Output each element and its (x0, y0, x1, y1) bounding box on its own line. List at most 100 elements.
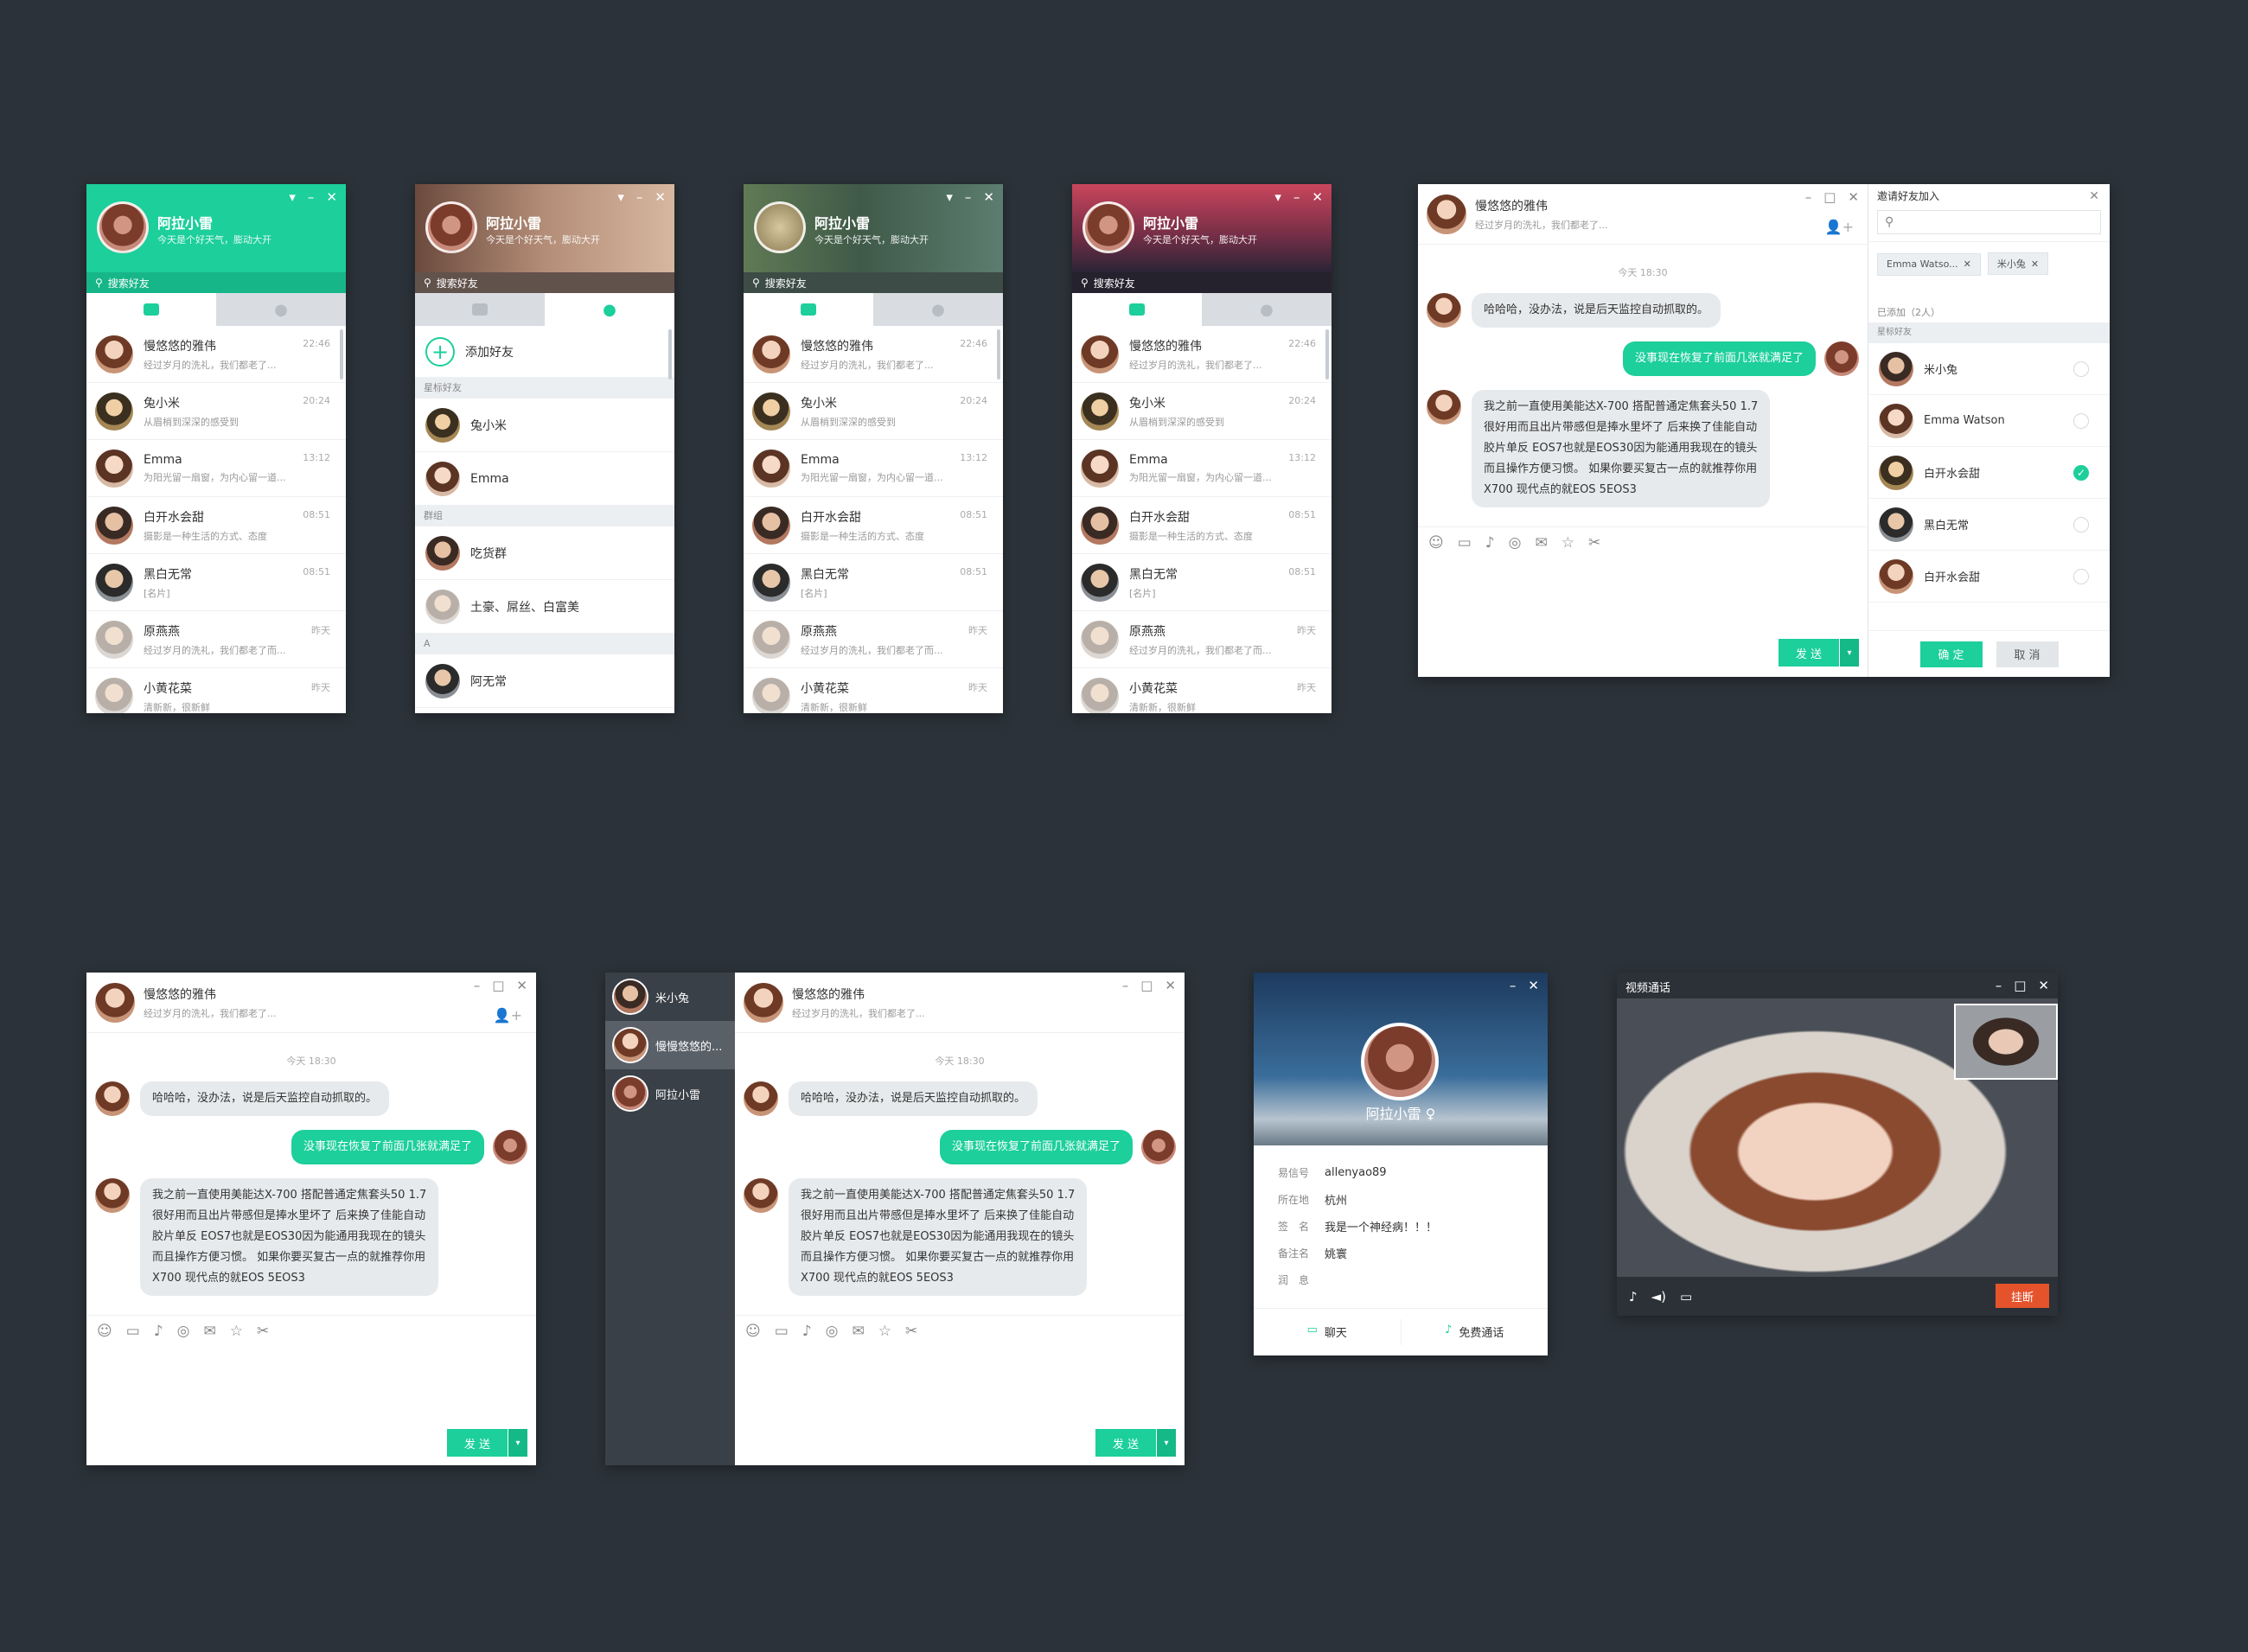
my-avatar[interactable] (97, 201, 149, 253)
close-icon[interactable]: ✕ (516, 979, 527, 992)
my-avatar[interactable] (1082, 201, 1134, 253)
tab-messages[interactable] (415, 293, 545, 326)
invite-row[interactable]: 米小兔 (1868, 343, 2110, 395)
local-video-preview[interactable] (1954, 1004, 2058, 1080)
invite-row[interactable]: 黑白无常 (1868, 499, 2110, 551)
image-icon[interactable]: ◎ (1509, 534, 1522, 552)
my-avatar[interactable] (754, 201, 806, 253)
minimize-icon[interactable]: – (1996, 979, 2002, 992)
hangup-button[interactable]: 挂断 (1996, 1284, 2049, 1308)
tab-messages[interactable] (1072, 293, 1202, 326)
dropdown-icon[interactable]: ▾ (1274, 191, 1281, 204)
remove-icon[interactable]: ✕ (1964, 258, 1971, 270)
dropdown-icon[interactable]: ▾ (289, 191, 296, 204)
minimize-icon[interactable]: – (308, 191, 315, 204)
avatar[interactable] (95, 1081, 130, 1116)
close-icon[interactable]: ✕ (1848, 191, 1859, 204)
contact-row[interactable]: 阿无常 (415, 654, 674, 708)
tab-contacts[interactable]: ● (216, 293, 346, 326)
my-signature[interactable]: 今天是个好天气，膨动大开 (1143, 233, 1257, 246)
send-options-icon[interactable]: ▾ (1840, 639, 1859, 667)
conversation-row[interactable]: 兔小米 从眉梢到深深的感受到 20:24 (1072, 383, 1332, 440)
session-item[interactable]: 慢慢悠悠的... (605, 1021, 735, 1069)
my-signature[interactable]: 今天是个好天气，膨动大开 (814, 233, 929, 246)
my-signature[interactable]: 今天是个好天气，膨动大开 (157, 233, 271, 246)
avatar[interactable] (1427, 293, 1461, 328)
conversation-row[interactable]: 小黄花菜 清新新，很新鲜 昨天 (1072, 668, 1332, 713)
avatar[interactable] (95, 1178, 130, 1213)
invite-row[interactable]: Emma Watson (1868, 395, 2110, 447)
speaker-icon[interactable]: ◄) (1651, 1289, 1666, 1304)
tab-messages[interactable] (86, 293, 216, 326)
close-icon[interactable]: ✕ (2038, 979, 2049, 992)
session-item[interactable]: 米小兔 (605, 973, 735, 1021)
minimize-icon[interactable]: – (474, 979, 481, 992)
minimize-icon[interactable]: – (965, 191, 972, 204)
star-icon[interactable]: ☆ (1561, 534, 1574, 552)
cancel-button[interactable]: 取 消 (1996, 641, 2059, 667)
contact-row[interactable]: 兔小米 (415, 399, 674, 452)
search-bar[interactable]: ⚲ 搜索好友 (415, 272, 674, 293)
tab-contacts[interactable]: ● (1202, 293, 1332, 326)
remove-icon[interactable]: ✕ (2031, 258, 2039, 270)
folder-icon[interactable]: ▭ (1458, 534, 1472, 552)
my-signature[interactable]: 今天是个好天气，膨动大开 (486, 233, 600, 246)
conversation-row[interactable]: Emma 为阳光留一扇窗，为内心留一道... 13:12 (744, 440, 1003, 497)
selected-tag[interactable]: 米小兔 ✕ (1987, 252, 2049, 275)
star-icon[interactable]: ☆ (230, 1323, 243, 1340)
maximize-icon[interactable]: □ (1140, 979, 1153, 992)
my-avatar[interactable] (425, 201, 477, 253)
my-avatar[interactable] (1141, 1130, 1176, 1164)
mic-icon[interactable]: ♪ (154, 1323, 163, 1340)
search-bar[interactable]: ⚲ 搜索好友 (86, 272, 346, 293)
mail-icon[interactable]: ✉ (853, 1323, 865, 1340)
conversation-row[interactable]: 小黄花菜 清新新，很新鲜 昨天 (744, 668, 1003, 713)
free-call-button[interactable]: ♪ 免费通话 (1402, 1324, 1549, 1340)
conversation-row[interactable]: 黑白无常 [名片] 08:51 (86, 554, 346, 611)
group-row[interactable]: 土豪、屌丝、白富美 (415, 580, 674, 634)
conversation-row[interactable]: Emma 为阳光留一扇窗，为内心留一道... 13:12 (86, 440, 346, 497)
image-icon[interactable]: ◎ (826, 1323, 839, 1340)
emoji-icon[interactable]: ☺ (97, 1323, 112, 1340)
group-row[interactable]: 吃货群 (415, 526, 674, 580)
dropdown-icon[interactable]: ▾ (617, 191, 624, 204)
invite-search-input[interactable]: ⚲ (1877, 210, 2101, 234)
message-input[interactable]: 发 送 ▾ (86, 1346, 536, 1465)
confirm-button[interactable]: 确 定 (1919, 641, 1983, 667)
send-options-icon[interactable]: ▾ (508, 1429, 527, 1457)
conversation-row[interactable]: 原燕燕 经过岁月的洗礼，我们都老了而... 昨天 (1072, 611, 1332, 668)
star-icon[interactable]: ☆ (878, 1323, 891, 1340)
conversation-row[interactable]: 原燕燕 经过岁月的洗礼，我们都老了而... 昨天 (744, 611, 1003, 668)
folder-icon[interactable]: ▭ (775, 1323, 789, 1340)
minimize-icon[interactable]: – (1122, 979, 1129, 992)
conversation-row[interactable]: 慢悠悠的雅伟 经过岁月的洗礼，我们都老了... 22:46 (1072, 326, 1332, 383)
mic-icon[interactable]: ♪ (1629, 1289, 1638, 1304)
conversation-row[interactable]: 黑白无常 [名片] 08:51 (744, 554, 1003, 611)
scissors-icon[interactable]: ✂ (1588, 534, 1600, 552)
conversation-row[interactable]: 慢悠悠的雅伟 经过岁月的洗礼，我们都老了... 22:46 (744, 326, 1003, 383)
invite-row[interactable]: 白开水会甜 ✓ (1868, 447, 2110, 499)
conversation-row[interactable]: 白开水会甜 摄影是一种生活的方式、态度 08:51 (744, 497, 1003, 554)
emoji-icon[interactable]: ☺ (1428, 534, 1444, 552)
my-avatar[interactable] (1824, 341, 1859, 376)
search-bar[interactable]: ⚲ 搜索好友 (744, 272, 1003, 293)
send-options-icon[interactable]: ▾ (1157, 1429, 1176, 1457)
conversation-row[interactable]: 兔小米 从眉梢到深深的感受到 20:24 (86, 383, 346, 440)
mic-icon[interactable]: ♪ (802, 1323, 812, 1340)
checkbox[interactable] (2073, 413, 2089, 429)
checkbox[interactable] (2073, 569, 2089, 584)
maximize-icon[interactable]: □ (2014, 979, 2026, 992)
avatar[interactable] (1427, 390, 1461, 424)
search-bar[interactable]: ⚲ 搜索好友 (1072, 272, 1332, 293)
maximize-icon[interactable]: □ (1823, 191, 1836, 204)
close-icon[interactable]: ✕ (655, 191, 666, 204)
conversation-row[interactable]: 黑白无常 [名片] 08:51 (1072, 554, 1332, 611)
message-input[interactable]: 发 送 ▾ (1418, 558, 1868, 675)
minimize-icon[interactable]: – (636, 191, 643, 204)
minimize-icon[interactable]: – (1293, 191, 1300, 204)
avatar[interactable] (1427, 194, 1466, 234)
close-icon[interactable]: ✕ (2089, 189, 2099, 203)
avatar[interactable] (95, 982, 135, 1023)
folder-icon[interactable]: ▭ (126, 1323, 140, 1340)
checkbox[interactable] (2073, 517, 2089, 533)
